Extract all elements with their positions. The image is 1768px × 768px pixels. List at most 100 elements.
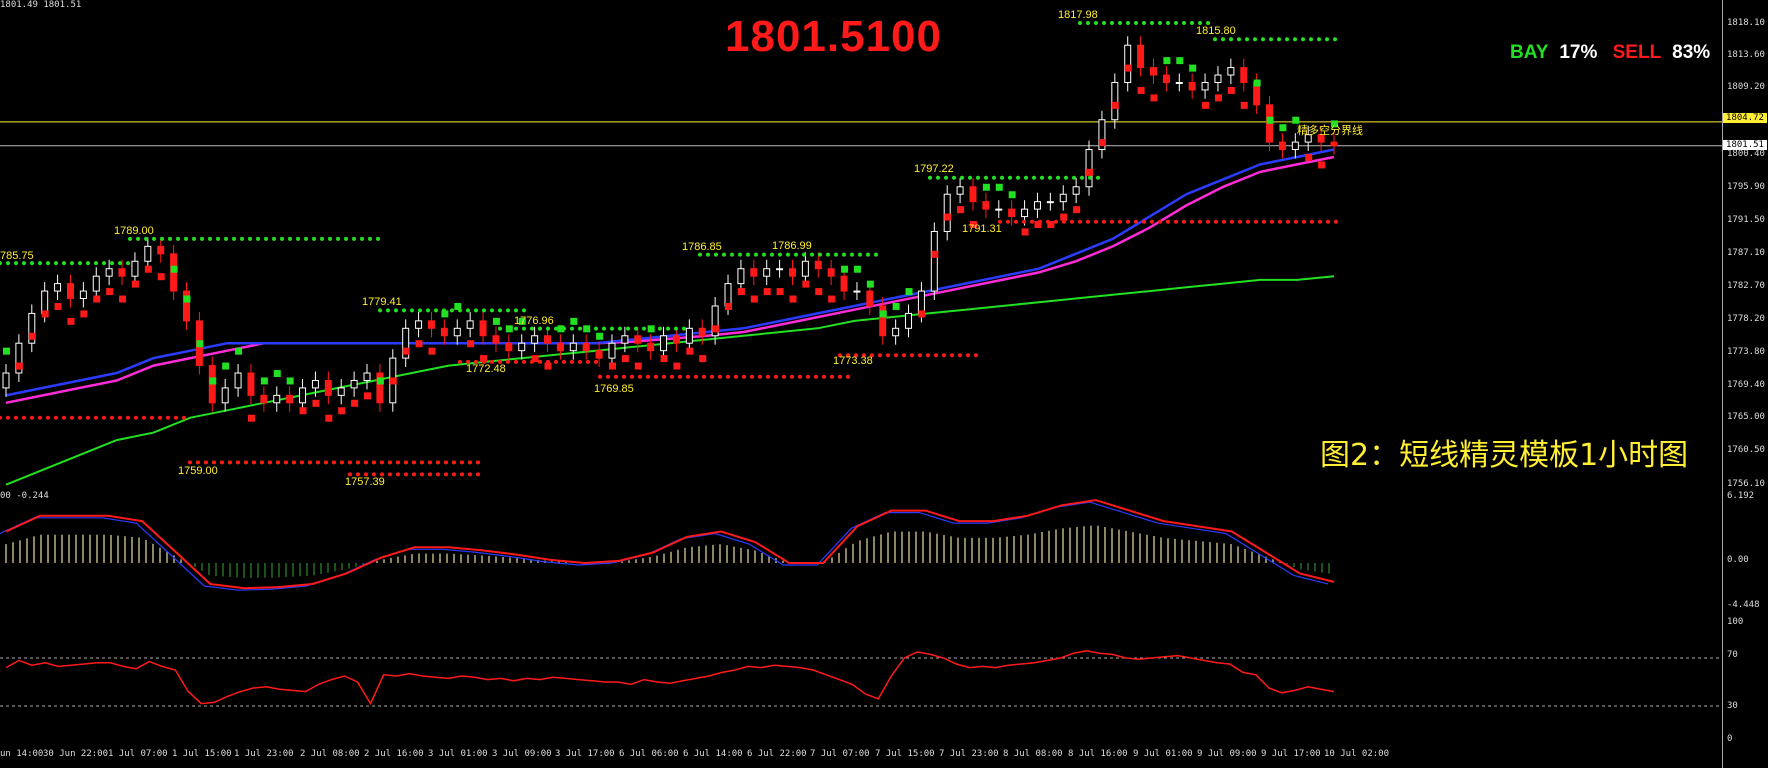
level-dot: [312, 236, 316, 241]
level-dot: [942, 353, 946, 358]
level-dot: [228, 460, 232, 465]
candle-body: [2, 372, 10, 389]
level-dot: [1309, 37, 1313, 42]
candle-body: [221, 387, 229, 404]
candle-body: [54, 283, 62, 292]
candle-body: [118, 268, 126, 277]
level-dot: [562, 359, 566, 364]
time-axis-tick: 1 Jul 23:00: [234, 749, 294, 759]
trail-block: [119, 295, 127, 303]
trail-block: [750, 295, 758, 303]
level-dot: [1094, 21, 1098, 26]
level-dot: [444, 460, 448, 465]
level-dot: [152, 236, 156, 241]
level-dot: [1110, 219, 1114, 224]
trail-block: [106, 288, 114, 296]
level-dot: [1070, 219, 1074, 224]
level-dot: [944, 175, 948, 180]
level-dot: [958, 353, 962, 358]
level-dot: [136, 236, 140, 241]
candle-body: [1008, 208, 1016, 218]
level-dot: [340, 460, 344, 465]
trail-block: [841, 265, 849, 273]
candle-body: [634, 335, 642, 344]
level-dot: [706, 252, 710, 257]
level-dot: [356, 460, 360, 465]
trail-block: [1318, 161, 1326, 169]
candle-body: [363, 372, 371, 381]
level-dot: [1333, 37, 1337, 42]
level-dot: [30, 415, 34, 420]
level-dot: [1254, 219, 1258, 224]
time-axis-tick: 30 Jun 22:00: [43, 749, 109, 759]
level-dot: [874, 252, 878, 257]
level-dot: [158, 415, 162, 420]
level-dot: [1286, 219, 1290, 224]
level-dot: [110, 261, 114, 266]
price-axis-tick: 1765.00: [1727, 412, 1765, 422]
trail-block: [299, 407, 307, 415]
trail-block: [1150, 94, 1158, 102]
level-dot: [94, 415, 98, 420]
trail-block: [944, 213, 952, 221]
level-dot: [950, 353, 954, 358]
price-extreme-label: 1786.99: [772, 240, 812, 252]
level-dot: [1086, 21, 1090, 26]
level-dot: [1142, 21, 1146, 26]
level-dot: [678, 374, 682, 379]
level-dot: [586, 326, 590, 331]
level-dot: [968, 175, 972, 180]
price-extreme-label: 1769.85: [594, 383, 634, 395]
level-dot: [1166, 21, 1170, 26]
level-dot: [698, 252, 702, 257]
level-dot: [818, 252, 822, 257]
level-dot: [1078, 21, 1082, 26]
level-dot: [394, 308, 398, 313]
candle-body: [311, 379, 319, 389]
level-dot: [1118, 219, 1122, 224]
level-dot: [630, 374, 634, 379]
trail-block: [699, 355, 707, 363]
level-dot: [718, 374, 722, 379]
level-dot: [1096, 175, 1100, 180]
candle-body: [1137, 44, 1145, 69]
trail-block: [1008, 191, 1016, 199]
level-dot: [710, 374, 714, 379]
trail-block: [41, 310, 49, 318]
level-dot: [168, 236, 172, 241]
trail-block: [853, 265, 861, 273]
level-dot: [984, 175, 988, 180]
level-dot: [834, 252, 838, 257]
time-axis-tick: 6 Jul 22:00: [747, 749, 807, 759]
level-dot: [1238, 219, 1242, 224]
level-dot: [182, 415, 186, 420]
level-dot: [778, 252, 782, 257]
candle-body: [801, 260, 809, 277]
trail-block: [467, 340, 475, 348]
macd-signal-line: [5, 499, 1335, 590]
level-dot: [794, 252, 798, 257]
level-dot: [974, 353, 978, 358]
price-chart[interactable]: [0, 0, 1768, 768]
candle-body: [131, 260, 139, 277]
level-dot: [1134, 21, 1138, 26]
trail-block: [1086, 168, 1094, 176]
level-dot: [1158, 219, 1162, 224]
level-dot: [482, 308, 486, 313]
level-dot: [54, 415, 58, 420]
level-dot: [562, 326, 566, 331]
level-dot: [320, 236, 324, 241]
level-dot: [976, 175, 980, 180]
level-dot: [662, 374, 666, 379]
candle-body: [144, 245, 152, 262]
candle-body: [956, 186, 964, 195]
level-dot: [380, 460, 384, 465]
level-dot: [300, 460, 304, 465]
trail-block: [28, 332, 36, 340]
level-dot: [822, 374, 826, 379]
candle-body: [608, 342, 616, 359]
candle-body: [273, 394, 281, 404]
level-dot: [232, 236, 236, 241]
level-dot: [546, 326, 550, 331]
level-dot: [396, 460, 400, 465]
